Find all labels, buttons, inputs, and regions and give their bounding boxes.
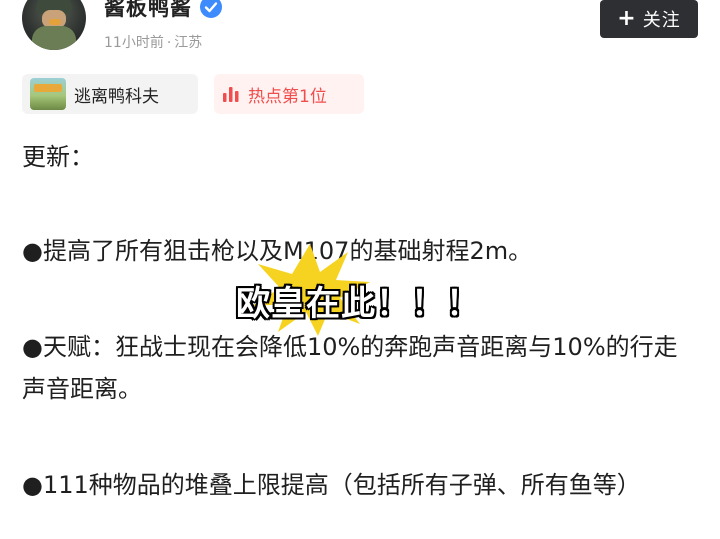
follow-label: 关注 xyxy=(642,10,681,31)
author-avatar[interactable] xyxy=(22,0,86,50)
game-tag[interactable]: 逃离鸭科夫 xyxy=(22,74,198,114)
post-paragraph: ●111种物品的堆叠上限提高（包括所有子弹、所有鱼等） xyxy=(22,471,641,499)
post-meta: 11小时前 · 江苏 xyxy=(104,32,202,52)
avatar-beak xyxy=(49,19,61,25)
post-section-title: 更新： xyxy=(22,143,94,171)
verified-check-icon xyxy=(200,0,222,18)
hot-tag-label: 热点第1位 xyxy=(248,86,327,107)
author-name[interactable]: 酱板鸭酱 xyxy=(104,0,192,22)
author-row: 酱板鸭酱 xyxy=(104,0,222,22)
post-time: 11小时前 xyxy=(104,35,164,51)
post-paragraph: ●天赋：狂战士现在会降低10%的奔跑声音距离与10%的行走声音距离。 xyxy=(22,333,678,403)
game-thumbnail-banner xyxy=(34,84,62,92)
avatar-body xyxy=(32,26,76,50)
sticker-caption: 欧皇在此！！！ xyxy=(236,284,481,324)
hot-rank-tag[interactable]: 热点第1位 xyxy=(214,74,364,114)
post-location: 江苏 xyxy=(174,35,203,51)
game-tag-label: 逃离鸭科夫 xyxy=(74,86,159,107)
bar-chart-icon xyxy=(223,87,239,102)
follow-button[interactable]: + 关注 xyxy=(600,0,698,38)
plus-icon: + xyxy=(617,6,637,31)
game-thumbnail-icon xyxy=(30,78,66,110)
meta-separator: · xyxy=(166,35,172,51)
